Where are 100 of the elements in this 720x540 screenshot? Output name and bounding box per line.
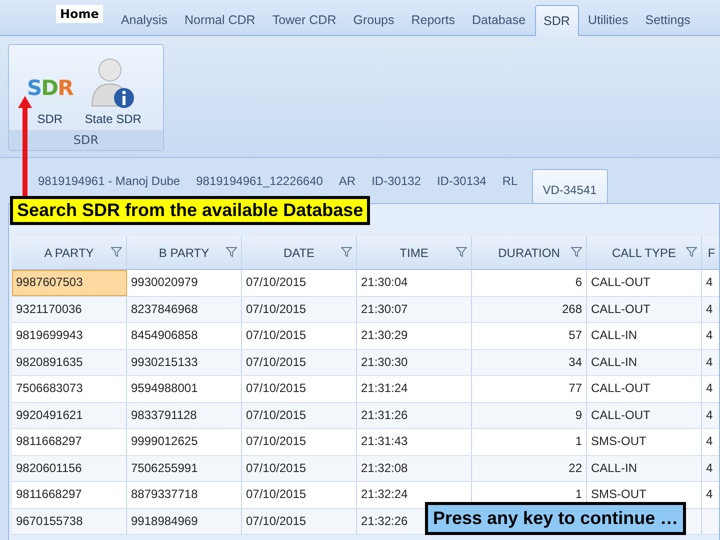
document-tab[interactable]: ID-30132: [364, 158, 429, 192]
ribbon-tab[interactable]: Tower CDR: [264, 5, 344, 35]
table-cell: 07/10/2015: [242, 456, 357, 481]
table-cell: 9918984969: [127, 508, 242, 534]
table-cell: 9: [472, 402, 587, 428]
table-cell: 4: [702, 376, 720, 402]
document-tab[interactable]: AR: [330, 158, 364, 192]
filter-icon[interactable]: [686, 247, 697, 257]
table-cell: 268: [472, 296, 587, 322]
table-cell: 4: [702, 296, 720, 322]
table-cell: CALL-OUT: [587, 402, 702, 428]
table-cell: 21:31:26: [357, 402, 472, 428]
table-cell: 9670155738: [12, 508, 127, 534]
table-cell: CALL-IN: [587, 323, 702, 348]
filter-icon[interactable]: [341, 247, 352, 257]
table-cell: 9987607503: [12, 270, 127, 296]
table-cell: 4: [702, 323, 720, 348]
ribbon-tab[interactable]: Analysis: [112, 5, 176, 35]
table-cell: 07/10/2015: [242, 482, 357, 508]
table-cell: 07/10/2015: [242, 376, 357, 402]
table-cell: 07/10/2015: [242, 350, 357, 375]
table-cell: 21:32:08: [357, 456, 472, 481]
table-cell: 21:31:43: [357, 429, 472, 454]
table-cell: 9920491621: [12, 402, 127, 428]
filter-icon[interactable]: [111, 247, 122, 257]
column-header[interactable]: TIME: [357, 236, 472, 269]
user-info-icon: [90, 56, 136, 110]
table-cell: 4: [702, 429, 720, 454]
table-cell: 34: [472, 350, 587, 375]
document-tab[interactable]: ID-30134: [428, 158, 494, 192]
state-sdr-button[interactable]: State SDR: [84, 49, 142, 130]
ribbon-tab[interactable]: Database: [464, 5, 534, 35]
table-cell: 21:30:29: [357, 323, 472, 348]
table-cell: CALL-IN: [587, 350, 702, 375]
callout-label: Search SDR from the available Database: [10, 196, 370, 225]
ribbon-tab[interactable]: Reports: [403, 5, 464, 35]
document-tab[interactable]: VD-34541: [532, 169, 608, 203]
table-cell: CALL-OUT: [587, 296, 702, 322]
table-cell: 8454906858: [127, 323, 242, 348]
table-cell: 9999012625: [127, 429, 242, 454]
ribbon-tab[interactable]: Utilities: [580, 5, 636, 35]
table-cell: 9930215133: [127, 350, 242, 375]
table-cell: 21:31:24: [357, 376, 472, 402]
table-cell: 1: [472, 429, 587, 454]
table-cell: 9819699943: [12, 323, 127, 348]
table-cell: CALL-OUT: [587, 270, 702, 296]
table-cell: 07/10/2015: [242, 270, 357, 296]
table-cell: 07/10/2015: [242, 402, 357, 428]
continue-prompt-toast: Press any key to continue …: [425, 502, 686, 535]
document-tab[interactable]: 9819194961 - Manoj Dube: [30, 158, 188, 192]
ribbon-tab[interactable]: Settings: [637, 5, 698, 35]
table-cell: 07/10/2015: [242, 508, 357, 534]
table-cell: 4: [702, 482, 720, 508]
column-header[interactable]: A PARTY: [12, 236, 127, 269]
table-cell: 57: [472, 323, 587, 348]
table-cell: 7506255991: [127, 456, 242, 481]
column-header[interactable]: CALL TYPE: [587, 236, 702, 269]
sdr-button[interactable]: SDR SDR: [27, 49, 73, 130]
table-cell: 77: [472, 376, 587, 402]
ribbon-tab[interactable]: Groups: [345, 5, 402, 35]
table-cell: 07/10/2015: [242, 323, 357, 348]
home-tab[interactable]: Home: [56, 5, 103, 23]
table-cell: 07/10/2015: [242, 296, 357, 322]
table-cell: 6: [472, 270, 587, 296]
table-cell: SMS-OUT: [587, 429, 702, 454]
ribbon-tab[interactable]: Normal CDR: [176, 5, 264, 35]
table-cell: CALL-OUT: [587, 376, 702, 402]
table-cell: 07/10/2015: [242, 429, 357, 454]
table-cell: 22: [472, 456, 587, 481]
table-cell: 21:30:04: [357, 270, 472, 296]
table-cell: CALL-IN: [587, 456, 702, 481]
table-cell: 4: [702, 402, 720, 428]
table-cell: 9833791128: [127, 402, 242, 428]
column-header[interactable]: DURATION: [472, 236, 587, 269]
filter-icon[interactable]: [226, 247, 237, 257]
group-title: SDR: [9, 130, 163, 150]
table-cell: 9820601156: [12, 456, 127, 481]
table-cell: 7506683073: [12, 376, 127, 402]
document-tab[interactable]: RL: [494, 158, 526, 192]
filter-icon[interactable]: [571, 247, 582, 257]
table-cell: 21:30:30: [357, 350, 472, 375]
document-tab[interactable]: 9819194961_12226640: [188, 158, 331, 192]
table-cell: 9820891635: [12, 350, 127, 375]
table-cell: 4: [702, 270, 720, 296]
table-cell: 9321170036: [12, 296, 127, 322]
table-cell: 9811668297: [12, 482, 127, 508]
table-cell: 9930020979: [127, 270, 242, 296]
column-header[interactable]: F: [702, 236, 720, 269]
table-cell: 21:30:07: [357, 296, 472, 322]
table-cell: 8879337718: [127, 482, 242, 508]
column-header[interactable]: DATE: [242, 236, 357, 269]
table-cell: 9594988001: [127, 376, 242, 402]
table-cell: 4: [702, 350, 720, 375]
ribbon-tab[interactable]: SDR: [534, 5, 579, 36]
sdr-logo: SDR: [27, 75, 73, 102]
table-cell: 9811668297: [12, 429, 127, 454]
table-cell: 4: [702, 456, 720, 481]
filter-icon[interactable]: [456, 247, 467, 257]
table-cell: 8237846968: [127, 296, 242, 322]
column-header[interactable]: B PARTY: [127, 236, 242, 269]
